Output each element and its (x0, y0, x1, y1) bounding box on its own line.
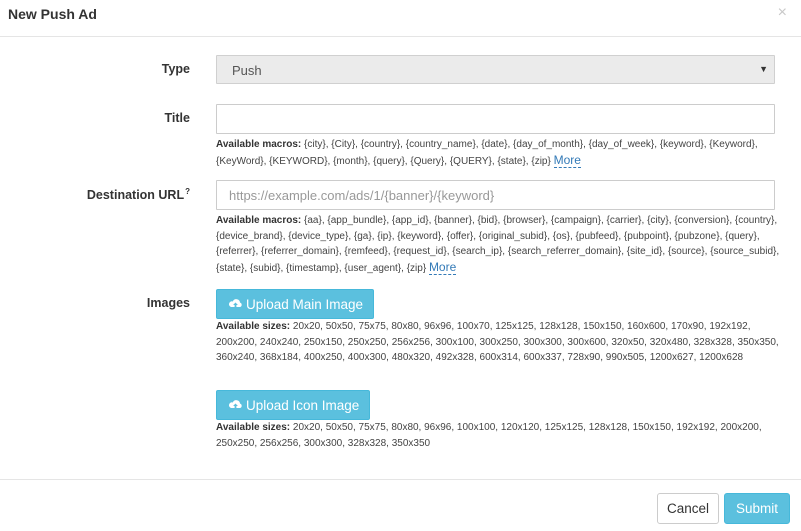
submit-button[interactable]: Submit (724, 493, 790, 524)
type-select[interactable]: Push ▼ (216, 55, 775, 84)
new-push-ad-modal: New Push Ad × Type Push ▼ Title Availabl… (0, 0, 801, 531)
destination-url-label-text: Destination URL (86, 188, 185, 203)
icon-image-sizes-list: 20x20, 50x50, 75x75, 80x80, 96x96, 100x1… (216, 422, 762, 449)
destination-url-macros-list: {aa}, {app_bundle}, {app_id}, {banner}, … (216, 215, 780, 274)
upload-main-image-button[interactable]: Upload Main Image (216, 289, 375, 319)
upload-main-image-label: Upload Main Image (246, 296, 364, 312)
title-input[interactable] (216, 104, 775, 134)
upload-icon-image-label: Upload Icon Image (246, 397, 360, 413)
title-macros-label: Available macros: (216, 139, 302, 150)
title-macros-help: Available macros: {city}, {City}, {count… (216, 137, 782, 169)
chevron-down-icon: ▼ (759, 64, 768, 74)
title-label: Title (164, 111, 190, 125)
modal-title: New Push Ad (8, 6, 97, 22)
close-icon[interactable]: × (778, 5, 787, 21)
destination-url-macros-more-link[interactable]: More (428, 259, 457, 275)
modal-header: New Push Ad × (0, 0, 801, 37)
destination-url-macros-help: Available macros: {aa}, {app_bundle}, {a… (216, 213, 782, 276)
type-select-value: Push (232, 63, 262, 78)
help-marker-icon[interactable]: ? (185, 187, 190, 196)
cloud-upload-icon (228, 400, 242, 409)
main-image-sizes-help: Available sizes: 20x20, 50x50, 75x75, 80… (216, 319, 782, 366)
icon-image-sizes-help: Available sizes: 20x20, 50x50, 75x75, 80… (216, 420, 782, 451)
title-macros-more-link[interactable]: More (553, 152, 581, 168)
cancel-button[interactable]: Cancel (657, 493, 719, 524)
upload-icon-image-button[interactable]: Upload Icon Image (216, 390, 371, 420)
destination-url-label: Destination URL? (87, 187, 190, 202)
main-image-sizes-label: Available sizes: (216, 321, 291, 332)
icon-image-sizes-label: Available sizes: (216, 422, 291, 433)
main-image-sizes-list: 20x20, 50x50, 75x75, 80x80, 96x96, 100x7… (216, 321, 779, 363)
destination-url-macros-label: Available macros: (216, 215, 302, 226)
destination-url-input[interactable] (216, 180, 775, 210)
type-label: Type (161, 62, 190, 76)
cloud-upload-icon (228, 299, 242, 308)
images-label: Images (146, 296, 190, 310)
modal-footer: Cancel Submit (0, 479, 801, 531)
